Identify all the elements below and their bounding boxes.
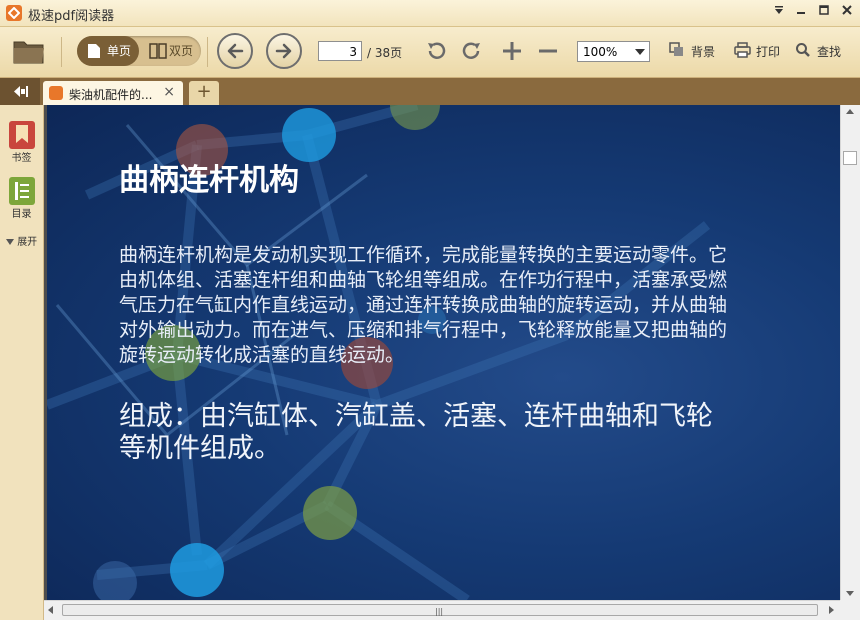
zoom-value: 100% — [583, 45, 618, 59]
scrollbar-corner — [840, 600, 860, 620]
printer-icon — [734, 42, 751, 58]
tab-label: 柴油机配件的... — [69, 88, 153, 102]
scroll-grip-icon: ||| — [435, 607, 444, 616]
sidebar-item-toc[interactable]: 目录 — [0, 177, 43, 220]
double-page-button[interactable]: 双页 — [139, 36, 201, 66]
double-page-icon — [149, 43, 167, 59]
new-tab-button[interactable]: + — [189, 81, 219, 105]
bookmark-icon — [8, 121, 35, 149]
toolbar-divider — [61, 37, 62, 67]
app-logo-icon — [6, 5, 22, 21]
print-label: 打印 — [756, 45, 781, 59]
scroll-right-icon[interactable] — [829, 606, 834, 614]
vertical-scroll-thumb[interactable] — [843, 151, 857, 165]
toc-icon — [8, 177, 35, 205]
chevron-down-icon — [635, 49, 645, 55]
sidebar-expand-button[interactable]: 展开 — [6, 233, 37, 248]
expand-label: 展开 — [17, 237, 38, 248]
sidebar-toggle-button[interactable] — [0, 78, 40, 105]
arrow-left-icon — [227, 43, 244, 59]
single-page-button[interactable]: 单页 — [77, 36, 139, 66]
toc-label: 目录 — [11, 209, 32, 220]
close-tab-icon[interactable]: × — [163, 84, 175, 100]
minimize-icon[interactable] — [792, 4, 810, 20]
horizontal-scroll-thumb[interactable]: ||| — [62, 604, 818, 616]
close-icon[interactable] — [838, 4, 856, 20]
scroll-left-icon[interactable] — [48, 606, 53, 614]
tab-strip: 柴油机配件的... × + — [0, 78, 860, 105]
document-viewport[interactable]: 曲柄连杆机构 曲柄连杆机构是发动机实现工作循环，完成能量转换的主要运动零件。它由… — [44, 105, 840, 600]
scroll-up-icon[interactable] — [846, 109, 854, 114]
background-label: 背景 — [691, 45, 716, 59]
bookmarks-label: 书签 — [11, 153, 32, 164]
previous-page-button[interactable] — [217, 33, 253, 69]
background-button[interactable]: 背景 — [669, 42, 721, 60]
menu-icon[interactable] — [770, 4, 788, 20]
pdf-page: 曲柄连杆机构 曲柄连杆机构是发动机实现工作循环，完成能量转换的主要运动零件。它由… — [47, 105, 840, 600]
print-button[interactable]: 打印 — [734, 42, 784, 60]
page-number-input[interactable] — [318, 41, 362, 61]
toolbar: 单页 双页 / 38页 100% — [0, 27, 860, 78]
chevron-down-icon — [6, 239, 14, 245]
scroll-down-icon[interactable] — [846, 591, 854, 596]
rotate-left-icon[interactable] — [425, 40, 447, 62]
open-folder-icon[interactable] — [12, 36, 46, 66]
window-title: 极速pdf阅读器 — [28, 9, 115, 24]
view-mode-toggle: 单页 双页 — [77, 36, 201, 66]
maximize-icon[interactable] — [815, 4, 833, 20]
single-page-label: 单页 — [107, 44, 132, 58]
zoom-out-icon[interactable] — [537, 40, 559, 62]
collapse-sidebar-icon — [14, 86, 28, 97]
sidebar-item-bookmarks[interactable]: 书签 — [0, 121, 43, 164]
toolbar-divider — [207, 37, 208, 67]
slide-body-text: 曲柄连杆机构是发动机实现工作循环，完成能量转换的主要运动零件。它由机体组、活塞连… — [119, 244, 728, 366]
single-page-icon — [88, 44, 100, 58]
tab-document[interactable]: 柴油机配件的... × — [43, 81, 183, 105]
zoom-select[interactable]: 100% — [577, 41, 650, 62]
zoom-in-icon[interactable] — [501, 40, 523, 62]
title-bar: 极速pdf阅读器 — [0, 0, 860, 27]
double-page-label: 双页 — [169, 44, 194, 58]
background-icon — [669, 42, 683, 56]
pdf-file-icon — [49, 86, 63, 100]
rotate-right-icon[interactable] — [461, 40, 483, 62]
vertical-scrollbar[interactable] — [840, 105, 860, 600]
horizontal-scrollbar[interactable]: ||| — [44, 600, 840, 620]
slide-title: 曲柄连杆机构 — [119, 163, 299, 198]
find-button[interactable]: 查找 — [795, 42, 845, 60]
page-total-label: / 38页 — [367, 46, 403, 60]
search-icon — [796, 43, 810, 57]
next-page-button[interactable] — [266, 33, 302, 69]
arrow-right-icon — [275, 43, 292, 59]
find-label: 查找 — [817, 45, 842, 59]
left-sidebar: 书签 目录 展开 — [0, 105, 44, 620]
slide-composition-text: 组成：由汽缸体、汽缸盖、活塞、连杆曲轴和飞轮等机件组成。 — [119, 401, 713, 464]
